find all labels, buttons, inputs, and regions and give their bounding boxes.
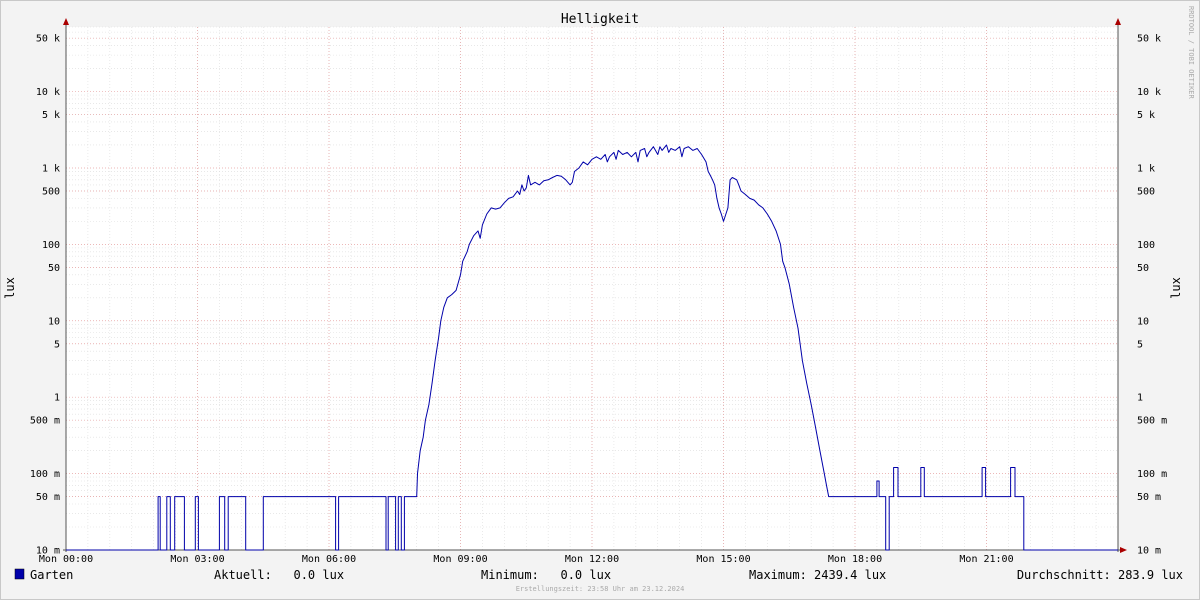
y-tick-label-right: 50 k <box>1137 34 1161 45</box>
y-tick-label-left: 5 <box>54 339 60 350</box>
legend-swatch <box>14 568 25 580</box>
y-axis-arrow-left <box>63 18 69 25</box>
y-tick-label-left: 5 k <box>42 110 60 121</box>
y-tick-label-right: 10 k <box>1137 87 1161 98</box>
x-tick-label: Mon 18:00 <box>828 554 882 565</box>
legend-series-name: Garten <box>30 568 73 582</box>
y-tick-label-left: 100 m <box>30 469 60 480</box>
y-tick-label-right: 5 <box>1137 339 1143 350</box>
y-tick-label-left: 50 m <box>36 492 60 503</box>
y-tick-label-right: 500 <box>1137 186 1155 197</box>
y-tick-label-right: 10 m <box>1137 546 1161 557</box>
chart-title: Helligkeit <box>561 12 639 27</box>
legend-durchschnitt: Durchschnitt: 283.9 lux <box>1017 568 1183 582</box>
y-tick-label-left: 1 k <box>42 163 60 174</box>
legend-maximum: Maximum: 2439.4 lux <box>749 568 886 582</box>
y-tick-label-right: 500 m <box>1137 416 1167 427</box>
x-tick-label: Mon 09:00 <box>433 554 487 565</box>
x-tick-label: Mon 03:00 <box>170 554 224 565</box>
x-tick-label: Mon 12:00 <box>565 554 619 565</box>
y-tick-label-right: 1 <box>1137 393 1143 404</box>
watermark: RRDTOOL / TOBI OETIKER <box>1187 6 1195 100</box>
x-axis-arrow <box>1120 547 1127 553</box>
x-tick-label: Mon 06:00 <box>302 554 356 565</box>
y-tick-label-left: 50 <box>48 263 60 274</box>
y-tick-label-left: 50 k <box>36 34 60 45</box>
y-tick-label-left: 500 m <box>30 416 60 427</box>
y-axis-label-right: lux <box>1169 277 1183 299</box>
y-tick-label-right: 100 <box>1137 240 1155 251</box>
y-tick-label-right: 50 m <box>1137 492 1161 503</box>
legend-aktuell: Aktuell: 0.0 lux <box>214 568 344 582</box>
y-tick-label-right: 5 k <box>1137 110 1155 121</box>
y-tick-label-right: 100 m <box>1137 469 1167 480</box>
legend-minimum: Minimum: 0.0 lux <box>481 568 611 582</box>
y-tick-label-left: 100 <box>42 240 60 251</box>
chart: 50 k 50 k 10 k 10 k 5 k 5 k 1 k 1 k 500 500 100 100… <box>3 6 1195 593</box>
y-tick-label-right: 1 k <box>1137 163 1155 174</box>
y-axis-arrow-right <box>1115 18 1121 25</box>
x-tick-label: Mon 21:00 <box>959 554 1013 565</box>
y-tick-label-right: 10 <box>1137 316 1149 327</box>
y-tick-label-left: 1 <box>54 393 60 404</box>
x-tick-label: Mon 15:00 <box>696 554 750 565</box>
y-tick-label-left: 500 <box>42 186 60 197</box>
x-tick-label: Mon 00:00 <box>39 554 93 565</box>
y-tick-label-left: 10 <box>48 316 60 327</box>
y-tick-label-right: 50 <box>1137 263 1149 274</box>
footer-timestamp: Erstellungszeit: 23:58 Uhr am 23.12.2024 <box>516 585 685 593</box>
y-axis-label-left: lux <box>3 277 17 299</box>
y-tick-label-left: 10 k <box>36 87 60 98</box>
